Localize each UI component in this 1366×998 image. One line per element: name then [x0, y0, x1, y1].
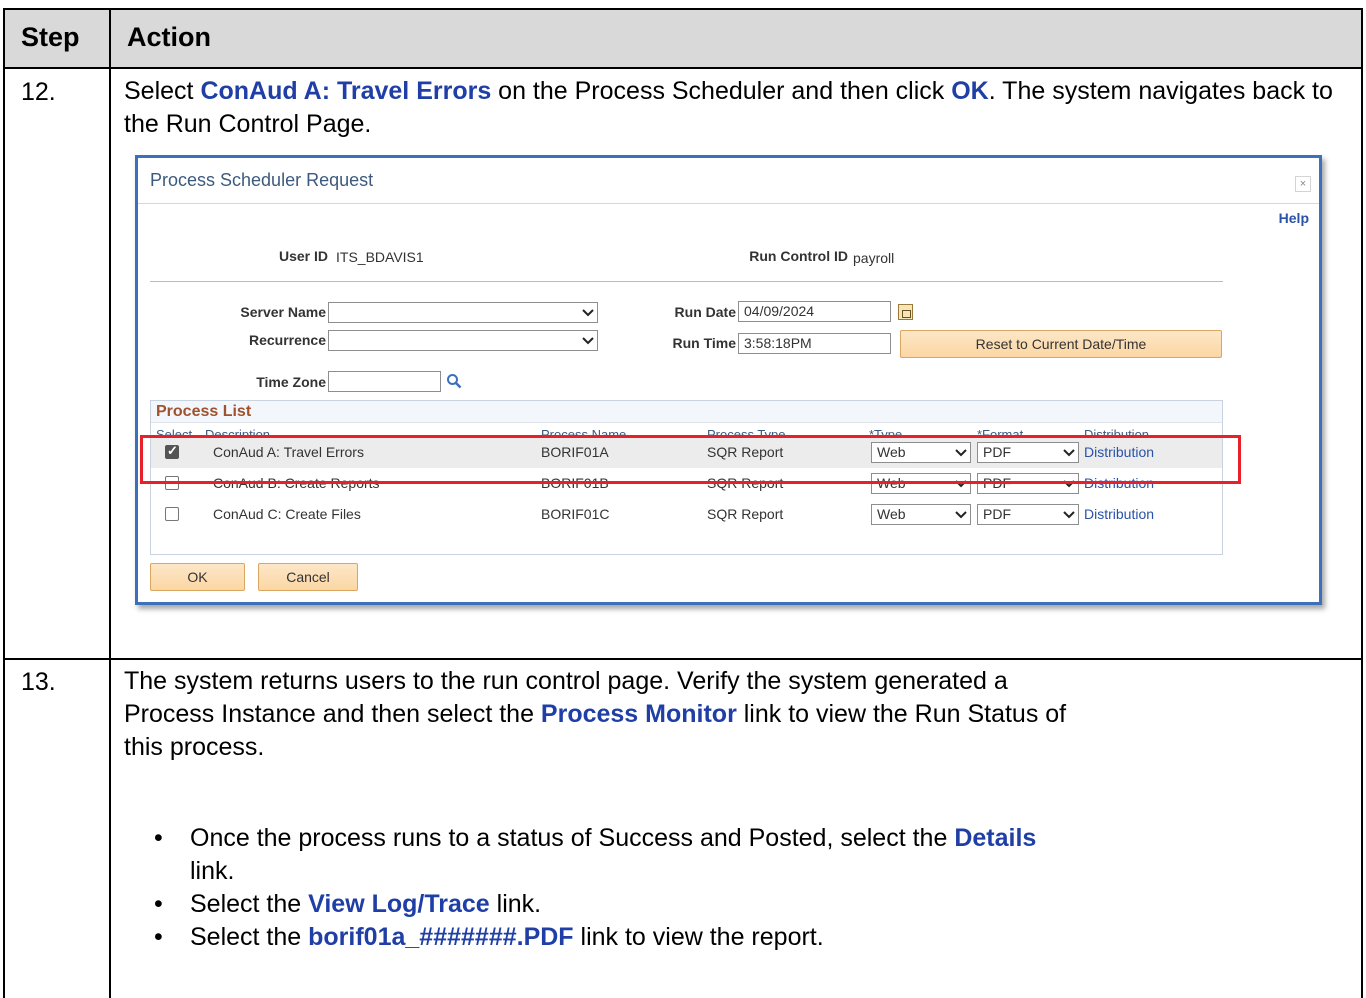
run-time-input[interactable]: 3:58:18PM: [738, 333, 891, 354]
chevron-down-icon: [1063, 511, 1075, 519]
bullet-details: Once the process runs to a status of Suc…: [146, 822, 1356, 888]
row-select-checkbox[interactable]: [165, 507, 179, 521]
run-date-label: Run Date: [674, 304, 736, 320]
col-type: *Type: [869, 427, 903, 435]
chevron-down-icon: [582, 337, 594, 345]
step-number-13: 13.: [21, 668, 56, 696]
step-number-12: 12.: [21, 78, 56, 106]
table-row: ConAud C: Create Files BORIF01C SQR Repo…: [151, 499, 1222, 530]
dialog-title: Process Scheduler Request: [150, 170, 374, 190]
chevron-down-icon: [582, 309, 594, 317]
recurrence-select[interactable]: [328, 330, 598, 351]
ok-button[interactable]: OK: [150, 563, 245, 591]
process-monitor-ref: Process Monitor: [540, 700, 737, 728]
recurrence-label: Recurrence: [248, 332, 326, 348]
cancel-button[interactable]: Cancel: [258, 563, 358, 591]
help-link[interactable]: Help: [1279, 210, 1309, 226]
col-process-type: Process Type: [707, 427, 786, 435]
run-date-input[interactable]: 04/09/2024: [738, 301, 891, 322]
header-step: Step: [21, 22, 80, 52]
col-description: Description: [205, 427, 271, 435]
reset-datetime-button[interactable]: Reset to Current Date/Time: [900, 330, 1222, 358]
ok-ref: OK: [951, 77, 989, 105]
format-select[interactable]: PDF: [977, 504, 1079, 525]
col-format: *Format: [977, 427, 1024, 435]
type-select[interactable]: Web: [871, 504, 971, 525]
step-12-text: Select ConAud A: Travel Errors on the Pr…: [124, 77, 1333, 138]
run-control-value: payroll: [853, 250, 895, 266]
step-13-bullets: Once the process runs to a status of Suc…: [146, 822, 1356, 954]
step-13-text: The system returns users to the run cont…: [124, 667, 1067, 761]
run-control-label: Run Control ID: [749, 248, 848, 264]
header-action: Action: [127, 22, 211, 52]
user-id-label: User ID: [278, 248, 328, 264]
close-icon[interactable]: ×: [1295, 176, 1311, 192]
search-icon[interactable]: [446, 373, 462, 389]
time-zone-input[interactable]: [328, 371, 441, 392]
col-distribution: Distribution: [1084, 427, 1150, 435]
calendar-icon[interactable]: [898, 304, 913, 320]
process-scheduler-dialog: Process Scheduler Request × Help User ID…: [135, 155, 1322, 605]
distribution-link[interactable]: Distribution: [1084, 506, 1154, 522]
run-time-label: Run Time: [672, 335, 736, 351]
conaud-a-ref: ConAud A: Travel Errors: [200, 77, 492, 105]
bullet-pdf: Select the borif01a_#######.PDF link to …: [146, 921, 1356, 954]
col-select: Select: [156, 427, 193, 435]
chevron-down-icon: [955, 511, 967, 519]
bullet-view-log: Select the View Log/Trace link.: [146, 888, 1356, 921]
time-zone-label: Time Zone: [256, 374, 326, 390]
process-list-title: Process List: [156, 403, 252, 420]
col-process-name: Process Name: [541, 427, 627, 435]
user-id-value: ITS_BDAVIS1: [336, 249, 424, 265]
server-name-label: Server Name: [240, 304, 326, 320]
highlight-box: [140, 435, 1241, 484]
server-name-select[interactable]: [328, 302, 598, 323]
